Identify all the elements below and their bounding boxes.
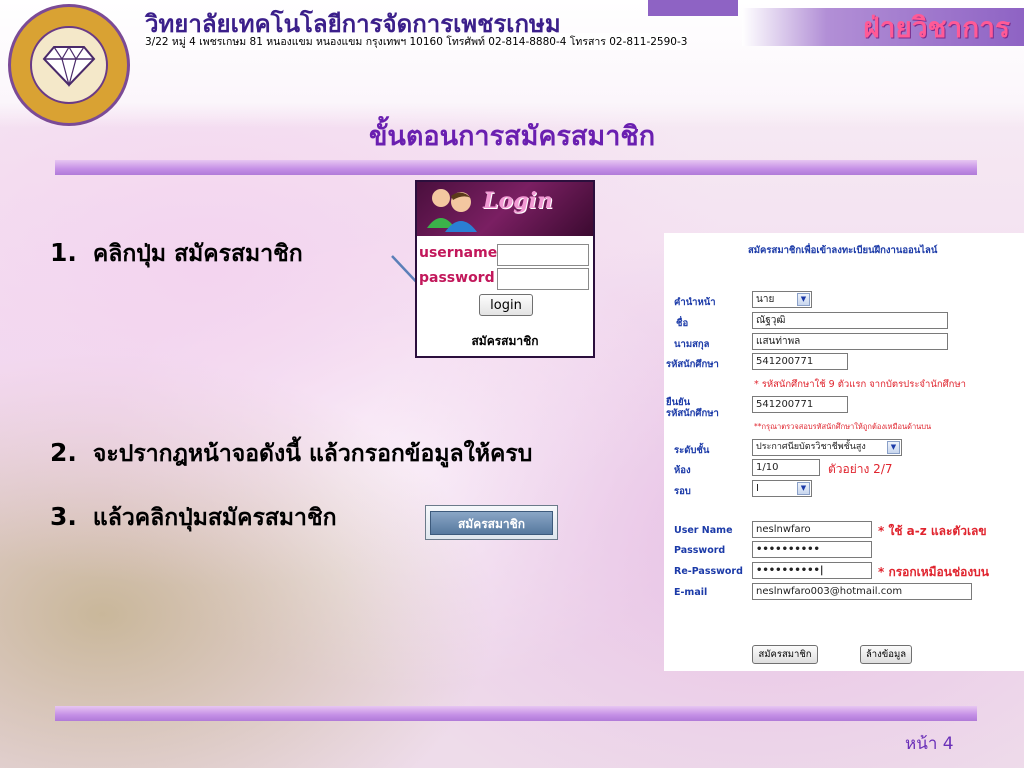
users-icon (427, 189, 477, 232)
form-title: สมัครสมาชิกเพื่อเข้าลงทะเบียนฝึกงานออนไล… (748, 245, 938, 256)
confirm-label-2: รหัสนักศึกษา (666, 408, 719, 419)
page-number: หน้า 4 (905, 734, 954, 754)
email-input[interactable]: neslnwfaro003@hotmail.com (752, 583, 972, 600)
room-input[interactable]: 1/10 (752, 459, 820, 476)
login-box-screenshot: Login username password login สมัครสมาชิ… (415, 180, 595, 358)
room-label: ห้อง (674, 465, 691, 476)
login-username-input[interactable] (497, 244, 589, 266)
student-id-hint: * รหัสนักศึกษาใช้ 9 ตัวแรก จากบัตรประจำน… (754, 379, 966, 390)
repassword-input[interactable]: ••••••••••| (752, 562, 872, 579)
student-id-input[interactable]: 541200771 (752, 353, 848, 370)
chevron-down-icon: ▼ (797, 482, 810, 495)
step-2: 2. จะปรากฎหน้าจอดังนี้ แล้วกรอกข้อมูลให้ค… (50, 436, 532, 472)
student-id-label: รหัสนักศึกษา (666, 359, 719, 370)
room-hint: ตัวอย่าง 2/7 (828, 462, 893, 476)
school-address: 3/22 หมู่ 4 เพชรเกษม 81 หนองแขม หนองแขม … (145, 33, 688, 50)
username-hint: * ใช้ a-z และตัวเลข (878, 524, 987, 538)
login-password-input[interactable] (497, 268, 589, 290)
chevron-down-icon: ▼ (797, 293, 810, 306)
register-button-label: สมัครสมาชิก (430, 510, 553, 535)
step-number: 2. (50, 438, 77, 467)
last-name-label: นามสกุล (674, 339, 710, 350)
confirm-student-id-input[interactable]: 541200771 (752, 396, 848, 413)
repassword-label: Re-Password (674, 566, 743, 577)
registration-form-screenshot: สมัครสมาชิกเพื่อเข้าลงทะเบียนฝึกงานออนไล… (664, 233, 1024, 671)
register-link[interactable]: สมัครสมาชิก (417, 332, 593, 351)
department-name: ฝ่ายวิชาการ (863, 11, 1010, 44)
username-label: User Name (674, 525, 733, 536)
login-button[interactable]: login (479, 294, 533, 316)
clear-button[interactable]: ล้างข้อมูล (860, 645, 912, 664)
login-title: Login (483, 188, 553, 214)
confirm-hint: **กรุณาตรวจสอบรหัสนักศึกษาให้ถูกต้องเหมื… (754, 422, 932, 431)
repassword-hint: * กรอกเหมือนช่องบน (878, 565, 989, 579)
login-header: Login (417, 182, 593, 236)
page-title: ขั้นตอนการสมัครสมาชิก (368, 121, 656, 152)
step-number: 1. (50, 238, 77, 267)
level-select[interactable]: ประกาศนียบัตรวิชาชีพชั้นสูง ▼ (752, 439, 902, 456)
level-value: ประกาศนียบัตรวิชาชีพชั้นสูง (756, 442, 866, 452)
step-3: 3. แล้วคลิกปุ่มสมัครสมาชิก (50, 500, 337, 536)
first-name-input[interactable]: ณัฐวุฒิ (752, 312, 948, 329)
email-label: E-mail (674, 587, 708, 598)
divider-bottom (55, 706, 977, 721)
prefix-label: คำนำหน้า (674, 297, 716, 308)
round-select[interactable]: I ▼ (752, 480, 812, 497)
password-label: Password (674, 545, 726, 556)
diamond-icon (30, 26, 108, 104)
register-button-example[interactable]: สมัครสมาชิก (425, 505, 558, 540)
login-username-label: username (419, 245, 498, 261)
step-1: 1. คลิกปุ่ม สมัครสมาชิก (50, 236, 303, 272)
prefix-value: นาย (756, 294, 775, 305)
step-text: แล้วคลิกปุ่มสมัครสมาชิก (92, 504, 337, 531)
username-input[interactable]: neslnwfaro (752, 521, 872, 538)
prefix-select[interactable]: นาย ▼ (752, 291, 812, 308)
round-label: รอบ (674, 486, 691, 497)
header-accent-bar (648, 0, 738, 16)
first-name-label: ชื่อ (676, 318, 689, 329)
login-password-label: password (419, 270, 495, 286)
chevron-down-icon: ▼ (887, 441, 900, 454)
level-label: ระดับชั้น (674, 445, 710, 456)
last-name-input[interactable]: แสนท่าพล (752, 333, 948, 350)
password-input[interactable]: •••••••••• (752, 541, 872, 558)
step-text: คลิกปุ่ม สมัครสมาชิก (92, 240, 303, 267)
round-value: I (756, 483, 759, 494)
submit-register-button[interactable]: สมัครสมาชิก (752, 645, 818, 664)
department-banner: ฝ่ายวิชาการ (742, 8, 1024, 46)
divider-top (55, 160, 977, 175)
step-text: จะปรากฎหน้าจอดังนี้ แล้วกรอกข้อมูลให้ครบ (92, 440, 533, 467)
step-number: 3. (50, 502, 77, 531)
college-seal-icon (8, 4, 130, 126)
